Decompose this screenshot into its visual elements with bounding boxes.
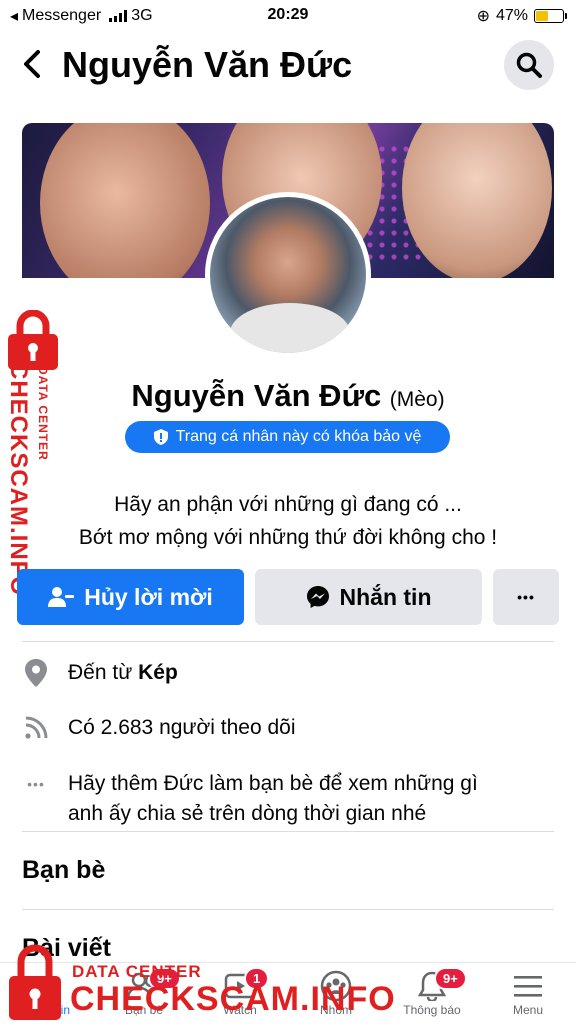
tab-notifications[interactable]: 9+ Thông báo: [384, 967, 480, 1017]
profile-avatar[interactable]: [205, 192, 371, 358]
user-cancel-icon: [48, 587, 75, 607]
battery-icon: [534, 9, 567, 23]
search-button[interactable]: [504, 40, 554, 90]
shield-icon: [153, 429, 168, 445]
chevron-left-icon: [24, 50, 40, 78]
bio-line: Bớt mơ mộng với những thứ đời không cho …: [78, 526, 498, 549]
info-followers-text[interactable]: Có 2.683 người theo dõi: [68, 713, 295, 743]
bio-line: Hãy an phận với những gì đang có ...: [114, 493, 462, 516]
status-bar: ◂ Messenger 3G 20:29 ⊕ 47%: [0, 0, 576, 30]
watermark-bottom-text: CHECKSCAM.INFO: [70, 980, 396, 1018]
battery-percent: 47%: [495, 7, 528, 24]
section-friends-title[interactable]: Bạn bè: [22, 856, 105, 885]
cancel-request-label: Hủy lời mời: [84, 583, 213, 610]
profile-guard-badge[interactable]: Trang cá nhân này có khóa bảo vệ: [125, 421, 450, 453]
info-add-friend: ••• Hãy thêm Đức làm bạn bè để xem những…: [22, 769, 562, 829]
back-button[interactable]: [14, 46, 50, 82]
profile-bio: Hãy an phận với những gì đang có ... Bớt…: [0, 488, 576, 554]
profile-name: Nguyễn Văn Đức: [131, 378, 382, 413]
notifications-badge: 9+: [434, 967, 467, 990]
info-from-text: Đến từ Kép: [68, 661, 178, 684]
orientation-lock-icon: ⊕: [476, 8, 490, 25]
watermark-bottom-subtext: DATA CENTER: [72, 962, 202, 981]
info-add-friend-text: Hãy thêm Đức làm bạn bè để xem những gì …: [68, 772, 478, 825]
message-label: Nhắn tin: [339, 583, 432, 610]
divider: [22, 831, 554, 832]
cancel-request-button[interactable]: Hủy lời mời: [17, 569, 244, 625]
profile-name-row: Nguyễn Văn Đức (Mèo): [0, 378, 576, 414]
info-followers: Có 2.683 người theo dõi: [22, 713, 562, 743]
info-from-place[interactable]: Kép: [138, 661, 178, 684]
more-options-button[interactable]: •••: [493, 569, 559, 625]
profile-header: Nguyễn Văn Đức: [0, 34, 576, 96]
divider: [22, 909, 554, 910]
watermark-lock-icon: [9, 944, 61, 1020]
info-from: Đến từ Kép: [22, 658, 562, 688]
more-dots-icon: •••: [27, 776, 45, 792]
rss-icon: [25, 716, 48, 739]
tab-menu[interactable]: Menu: [480, 969, 576, 1017]
menu-icon: [514, 976, 542, 997]
location-pin-icon: [25, 659, 47, 687]
profile-nickname: (Mèo): [389, 388, 445, 411]
more-label: •••: [517, 589, 535, 605]
messenger-icon: [306, 586, 329, 608]
search-icon: [516, 52, 542, 78]
header-title: Nguyễn Văn Đức: [62, 44, 353, 85]
message-button[interactable]: Nhắn tin: [255, 569, 482, 625]
status-right: ⊕ 47%: [476, 6, 567, 26]
guard-badge-label: Trang cá nhân này có khóa bảo vệ: [175, 428, 422, 445]
divider: [22, 641, 554, 642]
